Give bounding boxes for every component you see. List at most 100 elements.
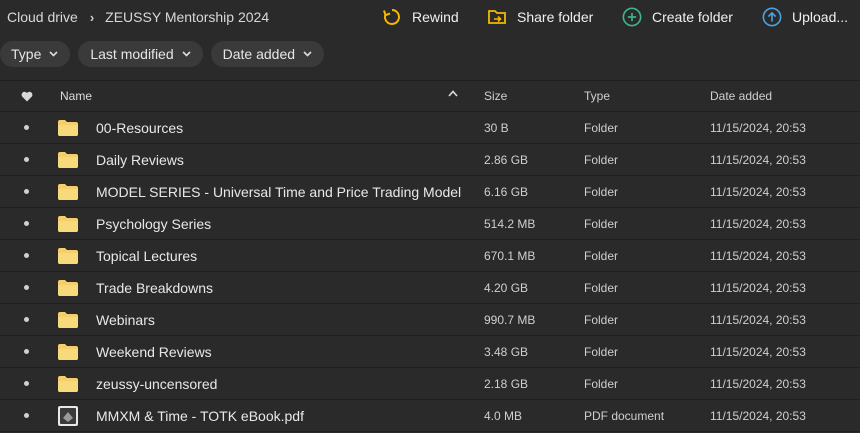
file-size: 670.1 MB	[484, 248, 536, 263]
file-name: Weekend Reviews	[96, 343, 212, 360]
folder-icon	[58, 215, 78, 232]
plus-circle-icon	[622, 7, 642, 27]
file-name: MODEL SERIES - Universal Time and Price …	[96, 183, 462, 200]
file-name: MMXM & Time - TOTK eBook.pdf	[96, 407, 304, 424]
file-type: PDF document	[584, 408, 665, 423]
table-row[interactable]: Trade Breakdowns 4.20 GB Folder 11/15/2024,…	[0, 272, 860, 304]
file-type: Folder	[584, 120, 619, 135]
file-date-added: 11/15/2024, 20:53	[710, 344, 806, 359]
file-name: Psychology Series	[96, 215, 212, 232]
file-date-added: 11/15/2024, 20:53	[710, 408, 806, 423]
dot-icon	[24, 413, 29, 418]
top-bar: Cloud drive › ZEUSSY Mentorship 2024 Rew…	[0, 0, 860, 34]
rewind-button[interactable]: Rewind	[382, 7, 459, 27]
folder-icon	[58, 279, 78, 296]
favourite-dot[interactable]	[0, 221, 58, 226]
filter-last-modified[interactable]: Last modified	[78, 41, 203, 67]
upload-arrow-icon	[762, 7, 782, 27]
favourite-dot[interactable]	[0, 189, 58, 194]
file-date-added: 11/15/2024, 20:53	[710, 280, 806, 295]
filter-type-label: Type	[11, 46, 42, 62]
file-type: Folder	[584, 280, 619, 295]
file-name: Webinars	[96, 311, 155, 328]
filter-type[interactable]: Type	[0, 41, 71, 67]
share-folder-button[interactable]: Share folder	[487, 7, 593, 27]
file-name-cell[interactable]: zeussy-uncensored	[58, 375, 480, 392]
filter-date-added-label: Date added	[222, 46, 296, 62]
file-name: zeussy-uncensored	[96, 375, 218, 392]
chevron-down-icon	[49, 51, 58, 57]
table-row[interactable]: Psychology Series 514.2 MB Folder 11/15/202…	[0, 208, 860, 240]
sort-ascending-icon[interactable]	[448, 88, 458, 100]
name-column-header[interactable]: Name	[58, 89, 480, 103]
file-name-cell[interactable]: Weekend Reviews	[58, 343, 480, 360]
table-row[interactable]: Daily Reviews 2.86 GB Folder 11/15/2024, 20…	[0, 144, 860, 176]
date-added-column-header[interactable]: Date added	[710, 89, 860, 103]
share-folder-label: Share folder	[517, 9, 594, 25]
file-name-cell[interactable]: Webinars	[58, 311, 480, 328]
file-date-added: 11/15/2024, 20:53	[710, 312, 806, 327]
breadcrumb-root[interactable]: Cloud drive	[7, 9, 78, 25]
dot-icon	[24, 125, 29, 130]
breadcrumb-current[interactable]: ZEUSSY Mentorship 2024	[105, 9, 269, 25]
file-size: 2.86 GB	[484, 152, 529, 167]
folder-icon	[58, 119, 78, 136]
folder-icon	[58, 247, 78, 264]
folder-icon	[58, 183, 78, 200]
dot-icon	[24, 349, 29, 354]
chevron-down-icon	[182, 51, 191, 57]
size-column-header[interactable]: Size	[480, 89, 580, 103]
favourite-dot[interactable]	[0, 125, 58, 130]
filter-date-added[interactable]: Date added	[210, 41, 325, 67]
table-row[interactable]: MODEL SERIES - Universal Time and Price …	[0, 176, 860, 208]
file-name: Trade Breakdowns	[96, 279, 213, 296]
file-size: 30 B	[484, 120, 509, 135]
dot-icon	[24, 189, 29, 194]
file-type: Folder	[584, 248, 619, 263]
table-row[interactable]: 00-Resources 30 B Folder 11/15/2024, 20:53	[0, 112, 860, 144]
file-type: Folder	[584, 216, 619, 231]
file-name-cell[interactable]: Topical Lectures	[58, 247, 480, 264]
share-folder-icon	[487, 7, 507, 27]
filter-last-modified-label: Last modified	[90, 46, 174, 62]
file-size: 3.48 GB	[484, 344, 529, 359]
favourite-dot[interactable]	[0, 253, 58, 258]
table-row[interactable]: Webinars 990.7 MB Folder 11/15/2024, 20:53	[0, 304, 860, 336]
favourite-dot[interactable]	[0, 317, 58, 322]
file-name-cell[interactable]: MODEL SERIES - Universal Time and Price …	[58, 183, 480, 200]
name-header-label: Name	[60, 89, 93, 103]
favourite-dot[interactable]	[0, 381, 58, 386]
file-size: 6.16 GB	[484, 184, 529, 199]
upload-button[interactable]: Upload...	[762, 7, 848, 27]
file-name-cell[interactable]: Psychology Series	[58, 215, 480, 232]
file-type: Folder	[584, 184, 619, 199]
type-column-header[interactable]: Type	[580, 89, 710, 103]
file-name-cell[interactable]: Daily Reviews	[58, 151, 480, 168]
file-name-cell[interactable]: MMXM & Time - TOTK eBook.pdf	[58, 405, 480, 426]
favourite-dot[interactable]	[0, 349, 58, 354]
file-table: Name Size Type Date added 00-Resources 30…	[0, 80, 860, 432]
table-row[interactable]: zeussy-uncensored 2.18 GB Folder 11/15/2024…	[0, 368, 860, 400]
dot-icon	[24, 157, 29, 162]
file-date-added: 11/15/2024, 20:53	[710, 376, 806, 391]
favourite-column-header[interactable]	[0, 91, 58, 102]
filter-bar: Type Last modified Date added	[0, 41, 332, 67]
folder-icon	[58, 343, 78, 360]
table-row[interactable]: Topical Lectures 670.1 MB Folder 11/15/2024…	[0, 240, 860, 272]
table-row[interactable]: Weekend Reviews 3.48 GB Folder 11/15/2024, …	[0, 336, 860, 368]
favourite-dot[interactable]	[0, 157, 58, 162]
table-row[interactable]: MMXM & Time - TOTK eBook.pdf 4.0 MB PDF do…	[0, 400, 860, 432]
create-folder-button[interactable]: Create folder	[622, 7, 733, 27]
favourite-dot[interactable]	[0, 413, 58, 418]
dot-icon	[24, 381, 29, 386]
file-size: 4.20 GB	[484, 280, 529, 295]
create-folder-label: Create folder	[652, 9, 733, 25]
file-date-added: 11/15/2024, 20:53	[710, 120, 806, 135]
folder-icon	[58, 151, 78, 168]
file-name-cell[interactable]: 00-Resources	[58, 119, 480, 136]
favourite-dot[interactable]	[0, 285, 58, 290]
file-type: Folder	[584, 152, 619, 167]
file-name-cell[interactable]: Trade Breakdowns	[58, 279, 480, 296]
breadcrumb-separator-icon: ›	[89, 9, 95, 25]
dot-icon	[24, 317, 29, 322]
